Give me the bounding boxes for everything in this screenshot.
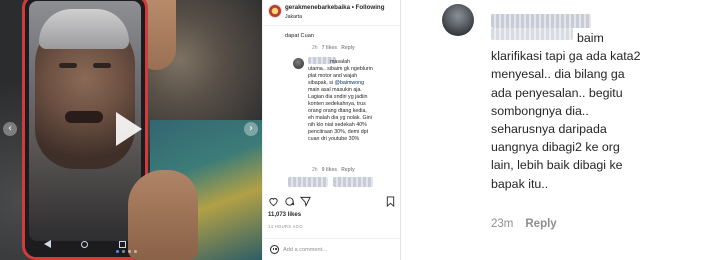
posted-timestamp: 14 HOURS AGO	[268, 224, 303, 229]
home-nav-icon	[81, 240, 89, 248]
reply-line: pencitraan 30%, demi dpt	[308, 129, 369, 135]
reply-line: eh malah dia yg nolak. Gini	[308, 115, 372, 121]
comment-likes[interactable]: 7 likes	[322, 45, 337, 51]
comment-line: baim	[577, 31, 604, 45]
comment-text: baim klarifikasi tapi ga ada kata2 menye…	[491, 29, 716, 193]
emoji-icon[interactable]	[270, 245, 279, 254]
mention-link[interactable]: @baimwong	[335, 80, 365, 86]
bookmark-icon[interactable]	[385, 196, 396, 207]
comment-input[interactable]	[283, 244, 383, 256]
carousel-dot	[134, 250, 137, 253]
post-header: gerakmenebarkebaika • Following Jakarta	[263, 0, 400, 26]
comment-line: bapak itu..	[491, 176, 549, 191]
carousel-dot	[122, 250, 125, 253]
comment-line: menyesal.. dia bilang ga	[491, 67, 625, 82]
carousel-dots	[116, 250, 137, 253]
comment-reply-button[interactable]: Reply	[341, 45, 355, 51]
author-username[interactable]: gerakmenebarkebaika	[285, 4, 350, 11]
comment-line: ada penyesalan.. begitu	[491, 85, 623, 100]
back-nav-icon	[44, 240, 52, 248]
comment-meta: 2h 7 likes Reply	[312, 45, 355, 51]
share-icon[interactable]	[300, 196, 311, 207]
blurred-comment	[288, 177, 328, 187]
chevron-left-icon[interactable]: ‹	[3, 122, 17, 136]
play-icon[interactable]	[116, 112, 142, 146]
following-button[interactable]: Following	[356, 4, 385, 11]
video-hand	[128, 170, 198, 260]
comment-line: sombongnya dia..	[491, 103, 589, 118]
blurred-comment	[333, 177, 373, 187]
comment-line: lain, lebih baik dibagi ke	[491, 158, 623, 173]
comment-line: uangnya dibagi2 ke org	[491, 140, 620, 155]
carousel-dot	[128, 250, 131, 253]
reply-line: orang orang dtang kedia,	[308, 108, 367, 114]
reply-avatar[interactable]	[293, 58, 304, 69]
reply-line: utama.. sibaim gk ngeblurin	[308, 66, 373, 72]
video-hair	[39, 9, 129, 49]
reply-meta: 2h 9 likes Reply	[312, 167, 355, 173]
post-actions	[268, 196, 396, 208]
reply-line: cuan dri youtube 30%	[308, 136, 360, 142]
author-avatar[interactable]	[268, 4, 282, 18]
comment-line: klarifikasi tapi ga ada kata2	[491, 49, 641, 64]
carousel-dot	[116, 250, 119, 253]
reply-line: Lagian dia sndiri yg jadiin	[308, 94, 368, 100]
post-location[interactable]: Jakarta	[285, 14, 302, 20]
chevron-right-icon[interactable]: ›	[244, 122, 258, 136]
heart-icon[interactable]	[268, 196, 279, 207]
reply-time: 2h	[312, 167, 318, 173]
zoomed-comment-meta: 23m Reply	[491, 218, 557, 230]
post-side-panel: gerakmenebarkebaika • Following Jakarta …	[262, 0, 400, 260]
reply-line: konten sedekahnya, trus	[308, 101, 366, 107]
add-comment-bar	[263, 238, 400, 260]
comment-time: 2h	[312, 45, 318, 51]
author-line: gerakmenebarkebaika • Following	[285, 4, 385, 11]
reply-reply-button[interactable]: Reply	[341, 167, 355, 173]
reply-line: main asal masukin aja.	[308, 87, 362, 93]
comment-line: seharusnya daripada	[491, 122, 607, 137]
zoomed-comment: baim klarifikasi tapi ga ada kata2 menye…	[400, 0, 720, 260]
recents-nav-icon	[118, 240, 126, 248]
likes-count[interactable]: 11,073 likes	[268, 212, 301, 218]
reply-line: plat motor and wajah	[308, 73, 358, 79]
blurred-commenter-username	[491, 14, 591, 28]
zoomed-comment-time: 23m	[491, 218, 514, 230]
video-mouth	[65, 111, 103, 123]
zoomed-reply-button[interactable]: Reply	[525, 218, 556, 230]
reply-comment: masalah utama.. sibaim gk ngeblurin plat…	[308, 59, 398, 143]
video-eye-right	[93, 63, 111, 68]
phone-nav-bar	[29, 237, 141, 251]
reply-line: masalah	[330, 59, 351, 65]
video-eye-left	[59, 63, 77, 68]
caption-fragment: dapat Cuan	[285, 33, 314, 39]
reply-likes[interactable]: 9 likes	[322, 167, 337, 173]
commenter-avatar[interactable]	[442, 4, 474, 36]
video-player[interactable]: ‹ ›	[0, 0, 262, 260]
reply-line-with-mention: sibapak, si @baimwong	[308, 80, 365, 86]
reply-line: nih klo niat sedekah 40%	[308, 122, 367, 128]
comment-icon[interactable]	[284, 196, 295, 207]
